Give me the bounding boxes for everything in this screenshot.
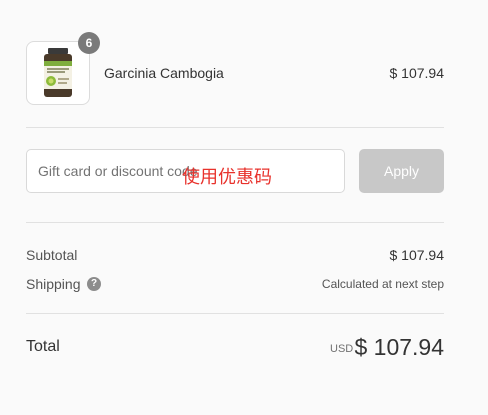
discount-code-input[interactable] <box>26 149 345 193</box>
shipping-value: Calculated at next step <box>321 277 444 291</box>
order-summary: 6 Garcinia Cambogia $ 107.94 使用优惠码 Apply… <box>0 0 488 415</box>
divider <box>26 127 444 128</box>
subtotal-value: $ 107.94 <box>389 247 445 263</box>
total-amount: $ 107.94 <box>354 334 444 360</box>
product-name: Garcinia Cambogia <box>104 65 224 81</box>
divider <box>26 313 444 314</box>
subtotal-label: Subtotal <box>26 247 78 263</box>
shipping-label: Shipping <box>26 276 81 292</box>
total-label: Total <box>26 338 60 355</box>
product-thumbnail: 6 <box>26 32 100 105</box>
product-price: $ 107.94 <box>389 65 445 81</box>
supplement-bottle-icon <box>44 48 72 97</box>
quantity-badge: 6 <box>78 32 100 54</box>
divider <box>26 222 444 223</box>
question-circle-icon[interactable]: ? <box>87 277 101 291</box>
total-currency: USD <box>330 343 354 355</box>
apply-button[interactable]: Apply <box>359 149 444 193</box>
product-row: 6 Garcinia Cambogia $ 107.94 <box>26 32 445 105</box>
